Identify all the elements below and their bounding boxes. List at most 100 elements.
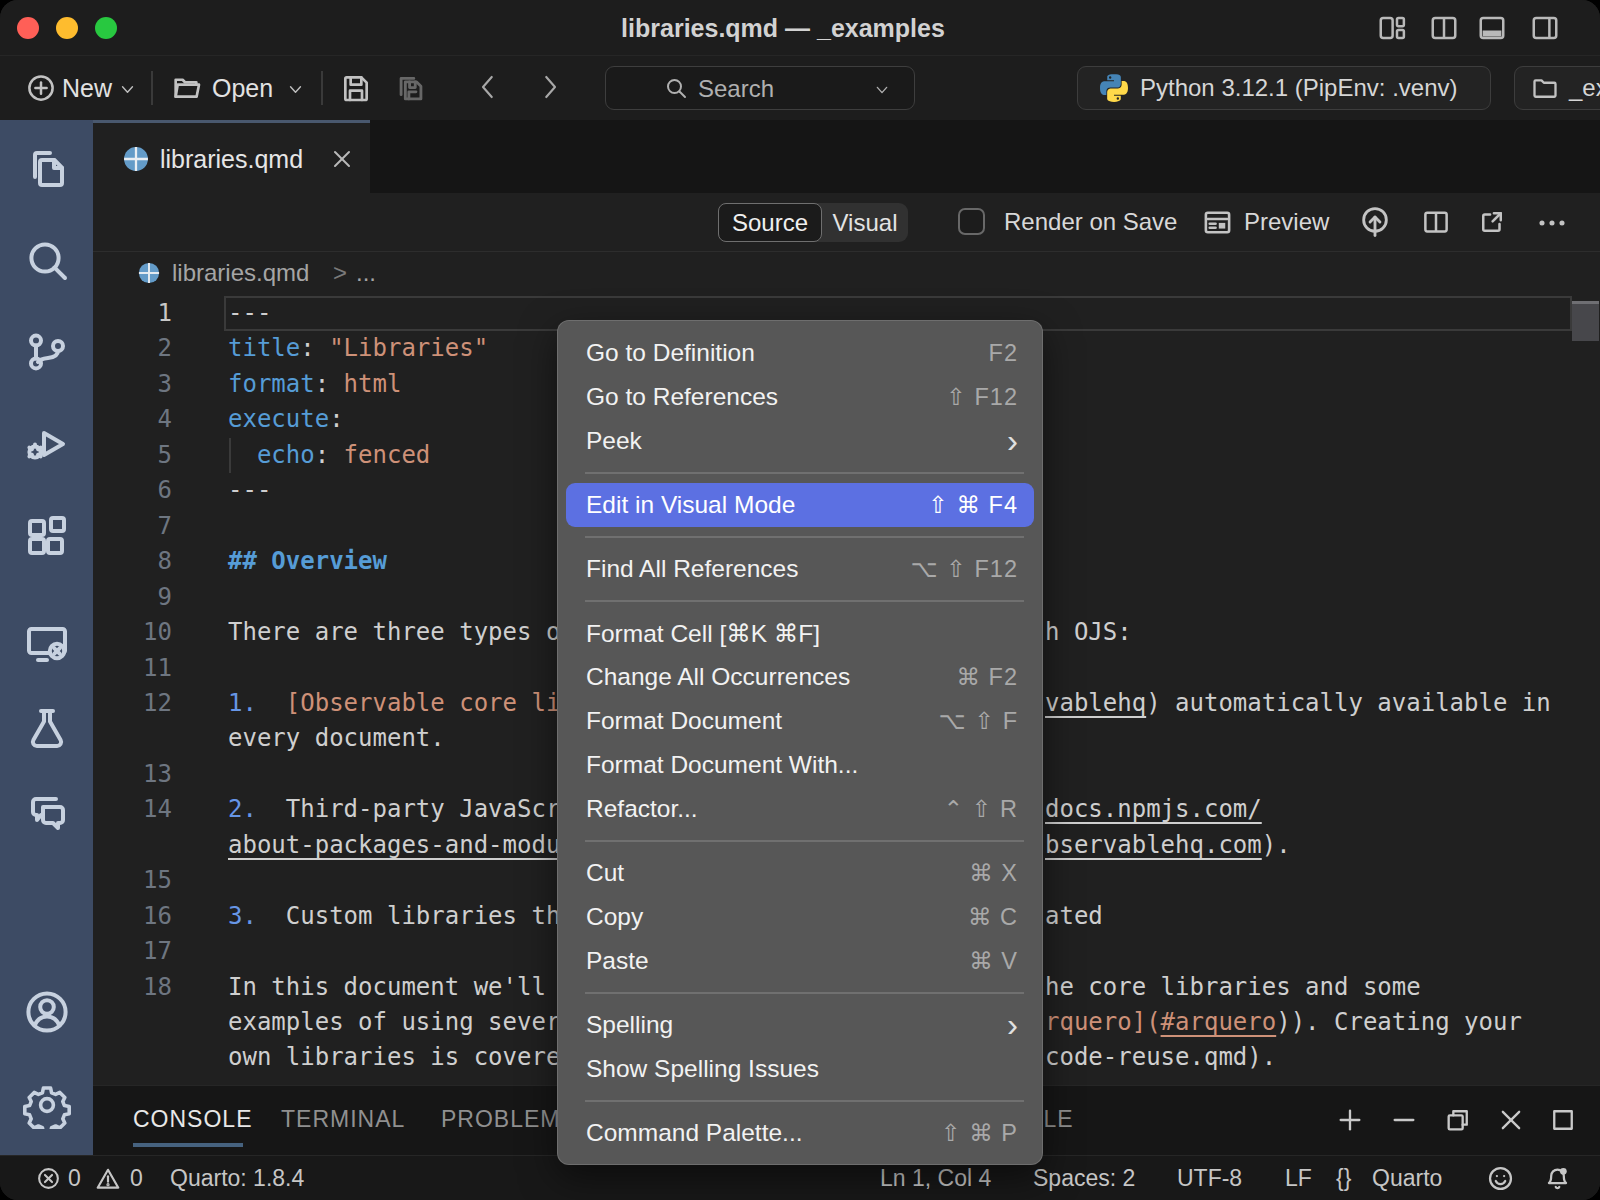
extensions-icon [23, 511, 71, 559]
save-all-icon[interactable] [394, 72, 428, 106]
menu-item-peek[interactable]: Peek› [558, 419, 1042, 463]
errors-count[interactable]: 0 [68, 1165, 81, 1192]
search-dropdown-caret-icon[interactable] [874, 82, 890, 98]
activity-bar-account[interactable] [0, 986, 93, 1038]
toolbar-separator [151, 71, 153, 105]
activity-bar-extensions[interactable] [0, 509, 93, 561]
menu-item-label: Command Palette... [586, 1119, 803, 1147]
split-editor-layout-icon[interactable] [1429, 13, 1459, 43]
panel-restore-icon[interactable] [1444, 1106, 1472, 1134]
menu-item-cut[interactable]: Cut⌘ X [558, 851, 1042, 895]
open-button[interactable]: Open [212, 74, 273, 103]
menu-item-go-to-definition[interactable]: Go to DefinitionF2 [558, 331, 1042, 375]
menu-separator [585, 1100, 1024, 1102]
new-button[interactable]: New [62, 74, 112, 103]
warnings-count[interactable]: 0 [130, 1165, 143, 1192]
toggle-panel-icon[interactable] [1477, 13, 1507, 43]
open-external-icon[interactable] [1477, 207, 1507, 237]
menu-item-find-all-references[interactable]: Find All References⌥ ⇧ F12 [558, 547, 1042, 591]
activity-bar-search[interactable] [0, 234, 93, 286]
minimize-window-button[interactable] [56, 17, 78, 39]
panel-tab-terminal[interactable]: TERMINAL [281, 1106, 405, 1133]
feedback-smiley-icon[interactable] [1487, 1165, 1514, 1192]
code-token: echo [257, 441, 315, 469]
visual-mode-button[interactable]: Visual [822, 203, 908, 242]
menu-item-go-to-references[interactable]: Go to References⇧ F12 [558, 375, 1042, 419]
quarto-version[interactable]: Quarto: 1.8.4 [170, 1165, 304, 1192]
menu-item-show-spelling-issues[interactable]: Show Spelling Issues [558, 1047, 1042, 1091]
project-selector[interactable]: _examples [1514, 66, 1600, 110]
indentation[interactable]: Spaces: 2 [1033, 1165, 1135, 1192]
activity-bar-run-debug[interactable] [0, 418, 93, 470]
tab-close-icon[interactable] [330, 147, 354, 171]
new-file-icon[interactable] [26, 73, 56, 103]
zoom-window-button[interactable] [95, 17, 117, 39]
menu-item-shortcut: ⌃ ⇧ R [944, 795, 1018, 823]
menu-item-refactor[interactable]: Refactor...⌃ ⇧ R [558, 787, 1042, 831]
panel-maximize-icon[interactable] [1549, 1106, 1577, 1134]
preview-icon[interactable] [1202, 207, 1233, 238]
split-editor-icon[interactable] [1421, 207, 1451, 237]
toggle-secondary-sidebar-icon[interactable] [1530, 13, 1560, 43]
close-window-button[interactable] [17, 17, 39, 39]
open-folder-icon[interactable] [171, 72, 203, 104]
source-mode-button[interactable]: Source [718, 203, 822, 242]
tab-libraries-qmd[interactable]: libraries.qmd [93, 120, 370, 193]
menu-item-edit-in-visual-mode[interactable]: Edit in Visual Mode⇧ ⌘ F4 [566, 483, 1034, 527]
search-input[interactable]: Search [605, 66, 915, 110]
folder-icon [1531, 74, 1559, 102]
breadcrumb-more[interactable]: ... [356, 259, 376, 287]
menu-item-shortcut: ⌥ ⇧ F12 [911, 555, 1018, 583]
code-token: ) automatically available in [1146, 689, 1551, 717]
activity-bar-chat[interactable] [0, 786, 93, 838]
menu-item-label: Edit in Visual Mode [586, 491, 795, 519]
notifications-bell-icon[interactable] [1544, 1165, 1571, 1192]
activity-bar-testing[interactable] [0, 702, 93, 754]
back-icon[interactable] [473, 72, 503, 102]
code-token: --- [228, 476, 271, 504]
account-icon [23, 988, 71, 1036]
customize-layout-icon[interactable] [1377, 13, 1407, 43]
chat-icon [23, 788, 71, 836]
eol[interactable]: LF [1285, 1165, 1312, 1192]
new-dropdown-caret-icon[interactable] [119, 81, 136, 98]
preview-button[interactable]: Preview [1244, 208, 1329, 236]
menu-item-format-document-with[interactable]: Format Document With... [558, 743, 1042, 787]
warnings-icon[interactable] [95, 1166, 121, 1192]
menu-item-command-palette[interactable]: Command Palette...⇧ ⌘ P [558, 1111, 1042, 1155]
encoding[interactable]: UTF-8 [1177, 1165, 1242, 1192]
menu-item-change-all-occurrences[interactable]: Change All Occurrences⌘ F2 [558, 655, 1042, 699]
open-dropdown-caret-icon[interactable] [287, 81, 304, 98]
menu-item-format-cell-k-f[interactable]: Format Cell [⌘K ⌘F] [558, 611, 1042, 655]
panel-minimize-icon[interactable] [1390, 1106, 1418, 1134]
cursor-position[interactable]: Ln 1, Col 4 [880, 1165, 991, 1192]
breadcrumb-file[interactable]: libraries.qmd [172, 259, 309, 287]
render-on-save-checkbox[interactable] [958, 208, 985, 235]
menu-item-copy[interactable]: Copy⌘ C [558, 895, 1042, 939]
activity-bar-explorer[interactable] [0, 142, 93, 194]
more-actions-icon[interactable] [1536, 207, 1568, 239]
panel-add-icon[interactable] [1336, 1106, 1364, 1134]
code-token: : [315, 441, 344, 469]
activity-bar-settings[interactable] [0, 1079, 93, 1131]
interpreter-selector[interactable]: Python 3.12.1 (PipEnv: .venv) [1077, 66, 1491, 110]
line-number: 12 [93, 686, 172, 721]
language-braces[interactable]: {} [1336, 1165, 1351, 1192]
panel-tab-console[interactable]: CONSOLE [133, 1106, 252, 1133]
line-number: 5 [93, 438, 172, 473]
line-number: 1 [93, 296, 172, 331]
save-icon[interactable] [340, 72, 372, 104]
interpreter-label: Python 3.12.1 (PipEnv: .venv) [1140, 74, 1458, 102]
activity-bar-sessions[interactable] [0, 617, 93, 669]
menu-item-label: Paste [586, 947, 649, 975]
menu-item-format-document[interactable]: Format Document⌥ ⇧ F [558, 699, 1042, 743]
language-mode[interactable]: Quarto [1372, 1165, 1442, 1192]
activity-bar-source-control[interactable] [0, 326, 93, 378]
panel-close-icon[interactable] [1497, 1106, 1525, 1134]
menu-item-label: Change All Occurrences [586, 663, 850, 691]
errors-icon[interactable] [36, 1166, 61, 1191]
forward-icon[interactable] [535, 72, 565, 102]
menu-item-paste[interactable]: Paste⌘ V [558, 939, 1042, 983]
menu-item-spelling[interactable]: Spelling› [558, 1003, 1042, 1047]
publish-icon[interactable] [1358, 205, 1392, 239]
